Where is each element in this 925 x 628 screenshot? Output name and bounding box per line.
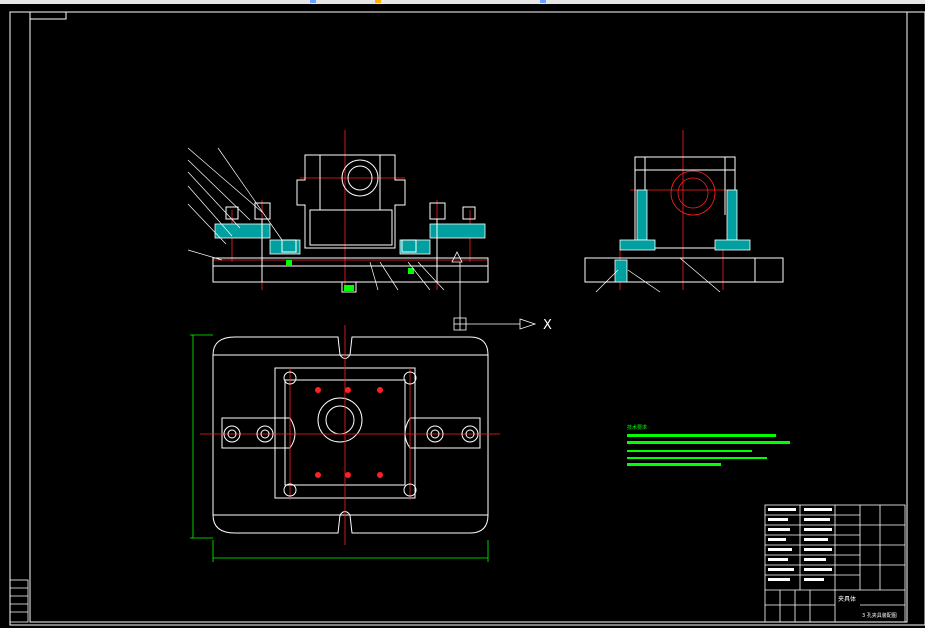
title-block-part-title: 3 孔夹具装配图 — [862, 612, 897, 619]
notes-heading: 技术要求 — [627, 424, 647, 431]
cad-drawing-canvas[interactable]: X 技术要求 夹具体 3 孔夹具装配图 — [0, 0, 925, 628]
top-view[interactable] — [190, 325, 500, 562]
left-margin-block — [9, 579, 29, 623]
x-axis-label: X — [543, 318, 552, 333]
front-view[interactable]: X — [187, 130, 552, 333]
title-block — [764, 504, 906, 623]
side-view[interactable] — [584, 130, 784, 293]
top-toolbar-strip — [0, 0, 925, 4]
title-block-drawing-name: 夹具体 — [838, 595, 856, 603]
technical-notes: 技术要求 — [627, 424, 790, 466]
